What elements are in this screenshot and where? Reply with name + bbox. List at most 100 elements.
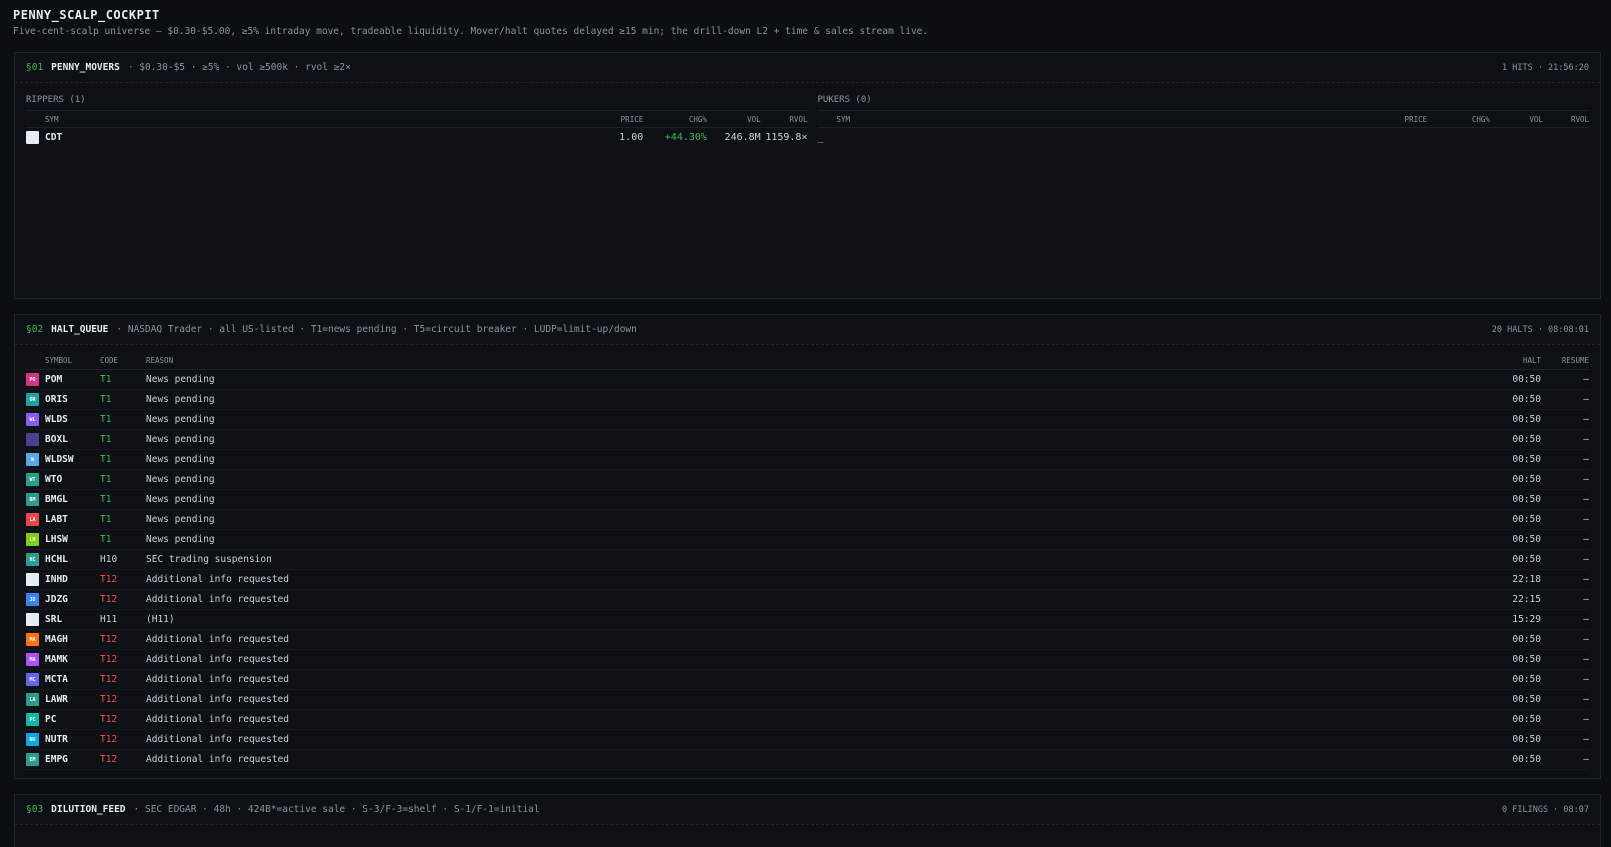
halt-time: 00:50 <box>1512 654 1541 665</box>
table-row[interactable]: LA LABT T1 News pending 00:50 — <box>26 510 1589 530</box>
ticker-symbol[interactable]: HCHL <box>45 554 68 565</box>
ticker-symbol[interactable]: BOXL <box>45 434 68 445</box>
ticker-logo-icon: WL <box>26 413 39 426</box>
table-row[interactable]: WL WLDS T1 News pending 00:50 — <box>26 410 1589 430</box>
ticker-symbol[interactable]: BMGL <box>45 494 68 505</box>
header-reason[interactable]: REASON <box>146 356 1491 365</box>
ticker-symbol[interactable]: MAMK <box>45 654 68 665</box>
table-row[interactable]: W WLDSW T1 News pending 00:50 — <box>26 450 1589 470</box>
resume-time: — <box>1583 734 1589 745</box>
halt-time: 00:50 <box>1512 434 1541 445</box>
halt-time: 00:50 <box>1512 714 1541 725</box>
halt-code: T1 <box>100 414 112 425</box>
ticker-symbol[interactable]: LAWR <box>45 694 68 705</box>
table-row[interactable]: OR ORIS T1 News pending 00:50 — <box>26 390 1589 410</box>
ticker-logo-icon <box>26 573 39 586</box>
table-row[interactable]: INHD T12 Additional info requested 22:18 — <box>26 570 1589 590</box>
halt-reason: Additional info requested <box>146 694 289 705</box>
ticker-symbol[interactable]: EMPG <box>45 754 68 765</box>
ticker-symbol[interactable]: POM <box>45 374 62 385</box>
symbol-cell: BOXL <box>26 433 100 446</box>
resume-time: — <box>1583 694 1589 705</box>
ticker-logo-icon: NU <box>26 733 39 746</box>
ticker-logo-icon: MA <box>26 653 39 666</box>
symbol-cell: LA LABT <box>26 513 100 526</box>
header-price[interactable]: PRICE <box>603 115 644 124</box>
table-row[interactable]: JD JDZG T12 Additional info requested 22:15 — <box>26 590 1589 610</box>
table-row[interactable]: MC MCTA T12 Additional info requested 00:50 — <box>26 670 1589 690</box>
halt-reason: (H11) <box>146 614 175 625</box>
ripper-row[interactable]: CDT 1.00 +44.30% 246.8M 1159.8× <box>26 128 808 147</box>
halt-code: T1 <box>100 494 112 505</box>
section-meta: 0 FILINGS · 08:07 <box>1502 804 1589 815</box>
halt-reason: News pending <box>146 454 215 465</box>
halt-time: 00:50 <box>1512 374 1541 385</box>
ticker-symbol[interactable]: LHSW <box>45 534 68 545</box>
ticker-symbol[interactable]: SRL <box>45 614 62 625</box>
header-halt[interactable]: HALT <box>1491 356 1541 365</box>
ticker-symbol[interactable]: JDZG <box>45 594 68 605</box>
table-row[interactable]: LH LHSW T1 News pending 00:50 — <box>26 530 1589 550</box>
ticker-symbol[interactable]: INHD <box>45 574 68 585</box>
header-chg[interactable]: CHG% <box>1427 115 1490 124</box>
header-rvol[interactable]: RVOL <box>1543 115 1589 124</box>
header-symbol[interactable]: SYMBOL <box>26 356 100 365</box>
pukers-empty-row: _ <box>818 128 1590 147</box>
halt-time: 00:50 <box>1512 534 1541 545</box>
symbol-cell: WL WLDS <box>26 413 100 426</box>
ticker-logo-icon: LA <box>26 513 39 526</box>
symbol-cell: OR ORIS <box>26 393 100 406</box>
ticker-symbol[interactable]: CDT <box>45 132 62 143</box>
header-code[interactable]: CODE <box>100 356 146 365</box>
table-row[interactable]: BOXL T1 News pending 00:50 — <box>26 430 1589 450</box>
halt-reason: News pending <box>146 394 215 405</box>
ticker-symbol[interactable]: NUTR <box>45 734 68 745</box>
ticker-symbol[interactable]: PC <box>45 714 56 725</box>
resume-time: — <box>1583 454 1589 465</box>
ticker-symbol[interactable]: LABT <box>45 514 68 525</box>
table-row[interactable]: PO POM T1 News pending 00:50 — <box>26 370 1589 390</box>
header-sym[interactable]: SYM <box>26 115 603 124</box>
table-row[interactable]: MA MAGH T12 Additional info requested 00:50 — <box>26 630 1589 650</box>
resume-time: — <box>1583 434 1589 445</box>
table-row[interactable]: SRL H11 (H11) 15:29 — <box>26 610 1589 630</box>
halt-time: 22:15 <box>1512 594 1541 605</box>
halt-code: T1 <box>100 474 112 485</box>
section-name: PENNY_MOVERS <box>51 62 120 73</box>
symbol-cell: LH LHSW <box>26 533 100 546</box>
table-row[interactable]: MA MAMK T12 Additional info requested 00:50 — <box>26 650 1589 670</box>
table-row[interactable]: PC PC T12 Additional info requested 00:50 — <box>26 710 1589 730</box>
ticker-symbol[interactable]: MCTA <box>45 674 68 685</box>
halt-reason: Additional info requested <box>146 654 289 665</box>
ticker-symbol[interactable]: WLDS <box>45 414 68 425</box>
ticker-logo-icon: BM <box>26 493 39 506</box>
halt-time: 00:50 <box>1512 514 1541 525</box>
table-row[interactable]: BM BMGL T1 News pending 00:50 — <box>26 490 1589 510</box>
header-vol[interactable]: VOL <box>707 115 761 124</box>
ticker-symbol[interactable]: ORIS <box>45 394 68 405</box>
volume-value: 246.8M <box>724 132 761 143</box>
halt-code: T12 <box>100 714 118 725</box>
halt-code: T12 <box>100 674 118 685</box>
halt-time: 00:50 <box>1512 694 1541 705</box>
table-row[interactable]: LA LAWR T12 Additional info requested 00:50 — <box>26 690 1589 710</box>
header-vol[interactable]: VOL <box>1490 115 1543 124</box>
header-sym[interactable]: SYM <box>818 115 1388 124</box>
section-meta: 1 HITS · 21:56:20 <box>1502 62 1589 73</box>
ticker-symbol[interactable]: MAGH <box>45 634 68 645</box>
header-resume[interactable]: RESUME <box>1541 356 1589 365</box>
header-rvol[interactable]: RVOL <box>761 115 807 124</box>
ticker-logo-icon: JD <box>26 593 39 606</box>
section-name: HALT_QUEUE <box>51 324 109 335</box>
ticker-symbol[interactable]: WLDSW <box>45 454 74 465</box>
table-row[interactable]: NU NUTR T12 Additional info requested 00:50 — <box>26 730 1589 750</box>
table-row[interactable]: WT WTO T1 News pending 00:50 — <box>26 470 1589 490</box>
ticker-symbol[interactable]: WTO <box>45 474 62 485</box>
table-row[interactable]: EM EMPG T12 Additional info requested 00:50 — <box>26 750 1589 770</box>
page-subtitle: Five-cent-scalp universe — $0.30-$5.00, … <box>13 26 929 37</box>
symbol-cell: PC PC <box>26 713 100 726</box>
table-row[interactable]: HC HCHL H10 SEC trading suspension 00:50 — <box>26 550 1589 570</box>
header-price[interactable]: PRICE <box>1388 115 1428 124</box>
header-chg[interactable]: CHG% <box>643 115 707 124</box>
halt-time: 00:50 <box>1512 474 1541 485</box>
